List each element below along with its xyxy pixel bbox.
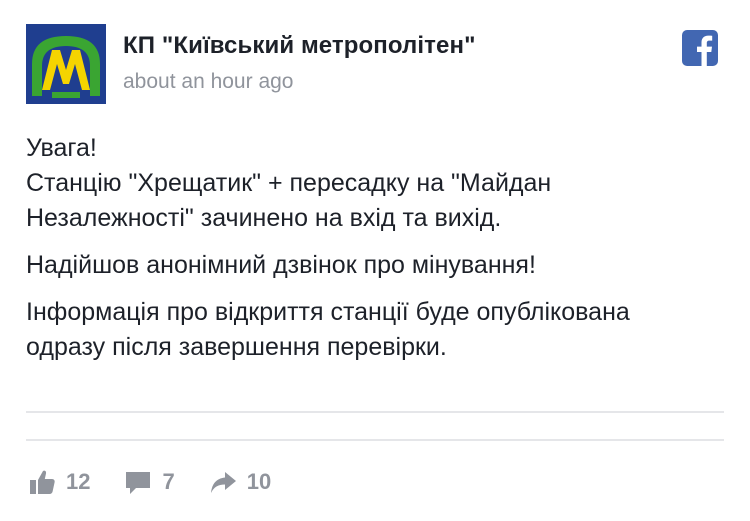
divider	[26, 411, 724, 413]
post-header: КП "Київський метрополітен" about an hou…	[26, 24, 726, 104]
post-line: Інформація про відкриття станції буде оп…	[26, 298, 630, 326]
facebook-post: КП "Київський метрополітен" about an hou…	[0, 0, 750, 521]
post-timestamp[interactable]: about an hour ago	[123, 70, 293, 94]
share-button[interactable]: 10	[209, 468, 271, 496]
post-actions: 12 7 10	[28, 466, 305, 498]
kyiv-metro-logo-icon	[26, 24, 106, 104]
thumbs-up-icon	[28, 468, 56, 496]
comment-count: 7	[162, 469, 175, 494]
divider	[26, 439, 724, 441]
post-line: Увага!	[26, 134, 97, 162]
post-line: Надійшов анонімний дзвінок про мінування…	[26, 251, 536, 279]
facebook-icon[interactable]	[682, 30, 718, 66]
post-line: одразу після завершення перевірки.	[26, 333, 447, 361]
post-paragraph: Надійшов анонімний дзвінок про мінування…	[26, 248, 726, 283]
comment-icon	[124, 468, 152, 496]
post-paragraph: Інформація про відкриття станції буде оп…	[26, 295, 726, 365]
like-count: 12	[66, 469, 91, 494]
page-name[interactable]: КП "Київський метрополітен"	[123, 32, 476, 60]
post-line: Незалежності" зачинено на вхід та вихід.	[26, 204, 502, 232]
post-line: Станцію "Хрещатик" + пересадку на "Майда…	[26, 169, 552, 197]
comment-button[interactable]: 7	[124, 468, 175, 496]
share-count: 10	[246, 469, 272, 494]
like-button[interactable]: 12	[28, 468, 90, 496]
page-avatar[interactable]	[26, 24, 106, 104]
post-paragraph: Увага! Станцію "Хрещатик" + пересадку на…	[26, 131, 726, 236]
share-arrow-icon	[209, 468, 237, 496]
post-body: Увага! Станцію "Хрещатик" + пересадку на…	[26, 131, 726, 377]
